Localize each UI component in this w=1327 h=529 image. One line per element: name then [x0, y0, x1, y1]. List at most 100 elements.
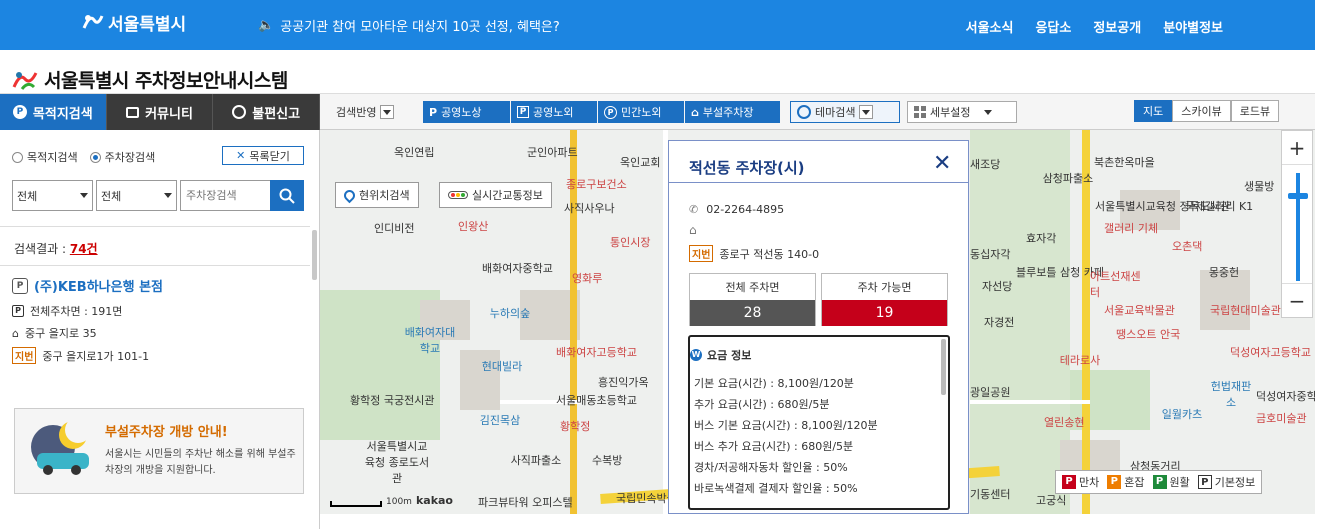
nav-info-disclosure[interactable]: 정보공개 — [1093, 17, 1141, 36]
view-roadview-button[interactable]: 로드뷰 — [1230, 100, 1280, 122]
parking-icon: P — [429, 105, 438, 119]
seoul-brand-icon — [12, 71, 38, 90]
map-label: 몽중헌 — [1208, 266, 1240, 279]
page-title-text: 서울특별시 주차정보안내시스템 — [44, 70, 288, 92]
popup-close-button[interactable]: ✕ — [933, 151, 951, 176]
map-label: 서울매동초등학교 — [556, 394, 637, 407]
list-item-title[interactable]: P (주)KEB하나은행 본점 — [12, 276, 307, 295]
traffic-light-icon — [448, 191, 468, 199]
parking-icon: P — [604, 105, 617, 119]
map-label: 고궁식 — [1036, 494, 1067, 507]
home-icon: ⌂ — [689, 223, 697, 237]
left-panel: 목적지검색 주차장검색 ✕ 목록닫기 전체 전체 검색결과 : 74건 P (주… — [0, 130, 320, 529]
legend-congested: P 혼잡 — [1107, 474, 1145, 490]
result-road-addr: 중구 을지로 35 — [24, 327, 97, 340]
search-icon — [279, 188, 295, 204]
car-moon-illustration — [25, 417, 95, 481]
zoom-in-button[interactable]: + — [1282, 131, 1312, 165]
seoul-logo-icon — [82, 14, 104, 29]
radio-label: 목적지검색 — [27, 151, 78, 164]
region-select-1[interactable]: 전체 — [12, 180, 93, 211]
theme-search-button[interactable]: 테마검색 — [790, 101, 900, 123]
fee-info-box: W 요금 정보 기본 요금(시간) : 8,100원/120분 추가 요금(시간… — [688, 335, 950, 510]
chevron-down-icon — [380, 105, 395, 119]
detail-settings-button[interactable]: 세부설정 — [907, 101, 1017, 123]
select-value: 전체 — [101, 189, 122, 203]
available-spaces-box: 주차 가능면 19 — [821, 273, 948, 326]
tab-community[interactable]: 커뮤니티 — [106, 94, 214, 130]
total-spaces-value: 28 — [690, 300, 815, 326]
view-skyview-button[interactable]: 스카이뷰 — [1172, 100, 1231, 122]
map-label: 자선당 — [982, 280, 1013, 293]
nav-eungdapso[interactable]: 응답소 — [1035, 17, 1071, 36]
map-label: 흥진익가옥 — [598, 376, 649, 389]
radio-destination[interactable]: 목적지검색 — [12, 149, 78, 165]
pin-icon: P — [12, 105, 27, 119]
won-icon: W — [690, 349, 702, 361]
map-label: 사직사우나 — [564, 202, 615, 215]
fee-scrollbar-thumb[interactable] — [941, 339, 946, 395]
parking-house-icon: P — [12, 277, 28, 294]
house-parking-icon: ⌂ — [691, 105, 699, 119]
map-label: 땡스오트 안국 — [1116, 328, 1181, 341]
open-parking-banner[interactable]: 부설주차장 개방 안내! 서울시는 시민들의 주차난 해소를 위해 부설주차장의… — [14, 408, 304, 494]
search-reflect-toggle[interactable]: 검색반영 — [330, 101, 400, 123]
realtime-traffic-button[interactable]: 실시간교통정보 — [439, 182, 552, 208]
map-label: 아트선재센터 — [1090, 270, 1141, 299]
legend-smooth-icon: P — [1152, 475, 1167, 489]
filter-private-offstreet-button[interactable]: P 민간노외 — [598, 101, 684, 123]
list-item[interactable]: P (주)KEB하나은행 본점 P 전체주차면 : 191면 ⌂ 중구 을지로 35… — [12, 276, 307, 364]
tab-destination-search[interactable]: P 목적지검색 — [0, 94, 107, 130]
close-list-label: 목록닫기 — [249, 149, 290, 163]
result-count[interactable]: 74건 — [70, 242, 98, 256]
map-label: 인디비전 — [374, 222, 415, 235]
zoom-out-button[interactable]: − — [1282, 283, 1312, 317]
notice-text: 공공기관 참여 모아타운 대상지 10곳 선정, 혜택은? — [280, 20, 560, 35]
filter-attached-parking-button[interactable]: ⌂ 부설주차장 — [685, 101, 780, 123]
map-label: 배화여자대학교 — [404, 326, 456, 355]
seoul-logo[interactable]: 서울특별시 — [80, 10, 186, 35]
map-label: 삼청파출소 — [1042, 172, 1094, 185]
close-list-button[interactable]: ✕ 목록닫기 — [222, 146, 304, 165]
available-spaces-label: 주차 가능면 — [857, 281, 912, 294]
nav-field-info[interactable]: 분야별정보 — [1163, 17, 1223, 36]
map-label: 새조당 — [970, 158, 1001, 171]
map-label: 생물방 — [1244, 180, 1275, 193]
filter-public-onstreet-button[interactable]: P 공영노상 — [423, 101, 510, 123]
map-label: 북촌한옥마을 — [1094, 156, 1155, 169]
notice-banner[interactable]: 🔈 공공기관 참여 모아타운 대상지 10곳 선정, 혜택은? — [258, 16, 560, 35]
map-road — [970, 400, 1090, 404]
radio-label: 주차장검색 — [104, 151, 156, 164]
locate-label: 현위치검색 — [359, 189, 410, 202]
chevron-down-icon — [164, 193, 172, 198]
map-label: 테라로사 — [1059, 354, 1101, 367]
legend-label: 원활 — [1169, 476, 1190, 489]
location-pin-icon — [341, 187, 358, 203]
map-label: 덕성여자고등학교 — [1230, 346, 1311, 359]
map-label: 덕성여자중학교 — [1256, 390, 1315, 403]
parking-search-input[interactable] — [180, 180, 271, 211]
nav-seoul-news[interactable]: 서울소식 — [966, 17, 1014, 36]
result-name: (주)KEB하나은행 본점 — [34, 280, 163, 295]
region-select-2[interactable]: 전체 — [96, 180, 177, 211]
result-jibun-line: 지번 중구 을지로1가 101-1 — [12, 347, 307, 364]
map-label: 인왕산 — [458, 220, 489, 233]
available-spaces-value: 19 — [822, 300, 947, 326]
detail-label: 세부설정 — [930, 106, 971, 119]
tab-complaint[interactable]: 불편신고 — [213, 94, 321, 130]
map-label: 배화여자중학교 — [482, 262, 553, 275]
search-button[interactable] — [270, 180, 304, 211]
divider — [0, 265, 310, 266]
locate-search-button[interactable]: 현위치검색 — [335, 182, 419, 208]
map-label: 국제갤러리 K1 — [1184, 200, 1254, 213]
parking-info-popup: 적선동 주차장(시) ✕ ✆ 02-2264-4895 ⌂ 지번 종로구 적선동 … — [668, 140, 969, 514]
zoom-slider-handle[interactable] — [1288, 193, 1308, 199]
jibun-badge: 지번 — [12, 347, 37, 364]
page-title[interactable]: 서울특별시 주차정보안내시스템 — [12, 66, 288, 93]
radio-parking[interactable]: 주차장검색 — [89, 149, 156, 165]
scrollbar-thumb[interactable] — [312, 230, 317, 280]
map-road — [1082, 130, 1090, 514]
scale-label: 100m — [386, 497, 412, 507]
filter-public-offstreet-button[interactable]: P 공영노외 — [511, 101, 597, 123]
view-map-button[interactable]: 지도 — [1134, 100, 1173, 122]
